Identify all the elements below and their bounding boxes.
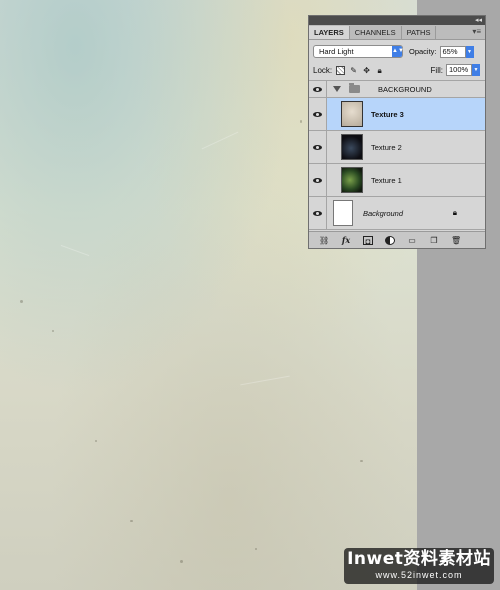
panel-menu-icon[interactable]: ▾≡ bbox=[472, 27, 481, 36]
visibility-toggle[interactable] bbox=[309, 81, 327, 97]
layer-thumbnail bbox=[341, 134, 363, 160]
visibility-toggle[interactable] bbox=[309, 131, 327, 163]
visibility-toggle[interactable] bbox=[309, 98, 327, 130]
lock-all-icon[interactable]: 🔒︎ bbox=[375, 66, 384, 75]
blend-row: Hard Light ▲▼ Opacity: 65% ▼ bbox=[309, 43, 485, 60]
adjustment-layer-icon[interactable] bbox=[385, 235, 395, 245]
visibility-toggle[interactable] bbox=[309, 164, 327, 196]
layers-list: BACKGROUND Texture 3 Texture 2 Texture 1… bbox=[309, 81, 485, 230]
tab-paths[interactable]: PATHS bbox=[402, 26, 437, 39]
layer-name: Texture 1 bbox=[371, 175, 402, 185]
texture-speck bbox=[20, 300, 23, 303]
texture-speck bbox=[255, 548, 257, 550]
opacity-value: 65% bbox=[442, 46, 458, 56]
fill-value: 100% bbox=[449, 65, 469, 74]
fill-label: Fill: bbox=[430, 65, 443, 75]
opacity-dropdown-icon[interactable]: ▼ bbox=[465, 45, 474, 58]
eye-icon bbox=[313, 177, 322, 183]
new-group-icon[interactable]: ▭ bbox=[407, 236, 417, 245]
collapse-icon[interactable]: ◂◂ bbox=[475, 16, 482, 25]
layer-name: Texture 3 bbox=[371, 109, 404, 119]
texture-scratch bbox=[201, 131, 239, 150]
panel-footer: ⛓ fx ◘ ▭ ❐ 🗑︎ bbox=[309, 231, 485, 248]
fill-field[interactable]: 100% ▼ bbox=[446, 64, 480, 76]
opacity-label: Opacity: bbox=[409, 47, 437, 56]
panel-tab-bar: LAYERS CHANNELS PATHS ▾≡ bbox=[309, 25, 485, 40]
fill-control: Fill: 100% ▼ bbox=[430, 64, 480, 76]
folder-icon bbox=[349, 83, 360, 93]
tab-channels[interactable]: CHANNELS bbox=[350, 26, 402, 39]
layer-name: Background bbox=[363, 208, 404, 218]
panel-title-bar[interactable]: ◂◂ bbox=[309, 16, 485, 25]
opacity-field[interactable]: 65% ▼ bbox=[439, 45, 474, 58]
expand-triangle-icon[interactable] bbox=[333, 86, 341, 92]
add-mask-icon[interactable]: ◘ bbox=[363, 235, 373, 246]
layers-panel: ◂◂ LAYERS CHANNELS PATHS ▾≡ Hard Light ▲… bbox=[308, 15, 486, 249]
texture-scratch bbox=[240, 375, 290, 386]
layer-thumbnail bbox=[341, 101, 363, 127]
texture-speck bbox=[95, 440, 97, 442]
eye-icon bbox=[313, 111, 322, 117]
link-layers-icon[interactable]: ⛓ bbox=[319, 236, 329, 245]
layer-row-background[interactable]: Background 🔒︎ bbox=[309, 197, 485, 230]
layer-lock-icon: 🔒︎ bbox=[452, 208, 457, 217]
watermark-logo: Inwet资料素材站 www.52inwet.com bbox=[344, 548, 494, 584]
visibility-toggle[interactable] bbox=[309, 197, 327, 229]
eye-icon bbox=[313, 210, 322, 216]
eye-icon bbox=[313, 86, 322, 92]
new-layer-icon[interactable]: ❐ bbox=[429, 236, 439, 245]
eye-icon bbox=[313, 144, 322, 150]
select-arrows-icon: ▲▼ bbox=[392, 46, 404, 57]
texture-scratch bbox=[60, 244, 90, 257]
layer-row-texture-3[interactable]: Texture 3 bbox=[309, 98, 485, 131]
blend-mode-value: Hard Light bbox=[319, 47, 354, 56]
layer-group-row[interactable]: BACKGROUND bbox=[309, 81, 485, 98]
texture-speck bbox=[52, 330, 54, 332]
texture-speck bbox=[360, 460, 363, 462]
texture-speck bbox=[180, 560, 183, 563]
watermark-main-text: Inwet资料素材站 bbox=[347, 549, 491, 569]
lock-brush-icon[interactable]: ✎ bbox=[349, 66, 358, 75]
group-name: BACKGROUND bbox=[378, 84, 432, 94]
texture-speck bbox=[300, 120, 302, 123]
trash-icon[interactable]: 🗑︎ bbox=[451, 236, 461, 245]
layer-thumbnail bbox=[341, 167, 363, 193]
watermark-url: www.52inwet.com bbox=[375, 570, 463, 580]
layer-row-texture-2[interactable]: Texture 2 bbox=[309, 131, 485, 164]
layer-style-fx-icon[interactable]: fx bbox=[341, 235, 351, 245]
lock-transparency-icon[interactable] bbox=[336, 65, 346, 75]
layer-thumbnail bbox=[333, 200, 353, 226]
fill-dropdown-icon[interactable]: ▼ bbox=[472, 64, 480, 76]
layer-row-texture-1[interactable]: Texture 1 bbox=[309, 164, 485, 197]
lock-row: Lock: ✎ ✥ 🔒︎ Fill: 100% ▼ bbox=[309, 60, 485, 81]
blend-mode-select[interactable]: Hard Light ▲▼ bbox=[313, 45, 404, 58]
layer-name: Texture 2 bbox=[371, 142, 402, 152]
texture-speck bbox=[130, 520, 133, 522]
lock-label: Lock: bbox=[313, 65, 333, 75]
lock-move-icon[interactable]: ✥ bbox=[362, 66, 371, 75]
tab-layers[interactable]: LAYERS bbox=[309, 26, 350, 39]
